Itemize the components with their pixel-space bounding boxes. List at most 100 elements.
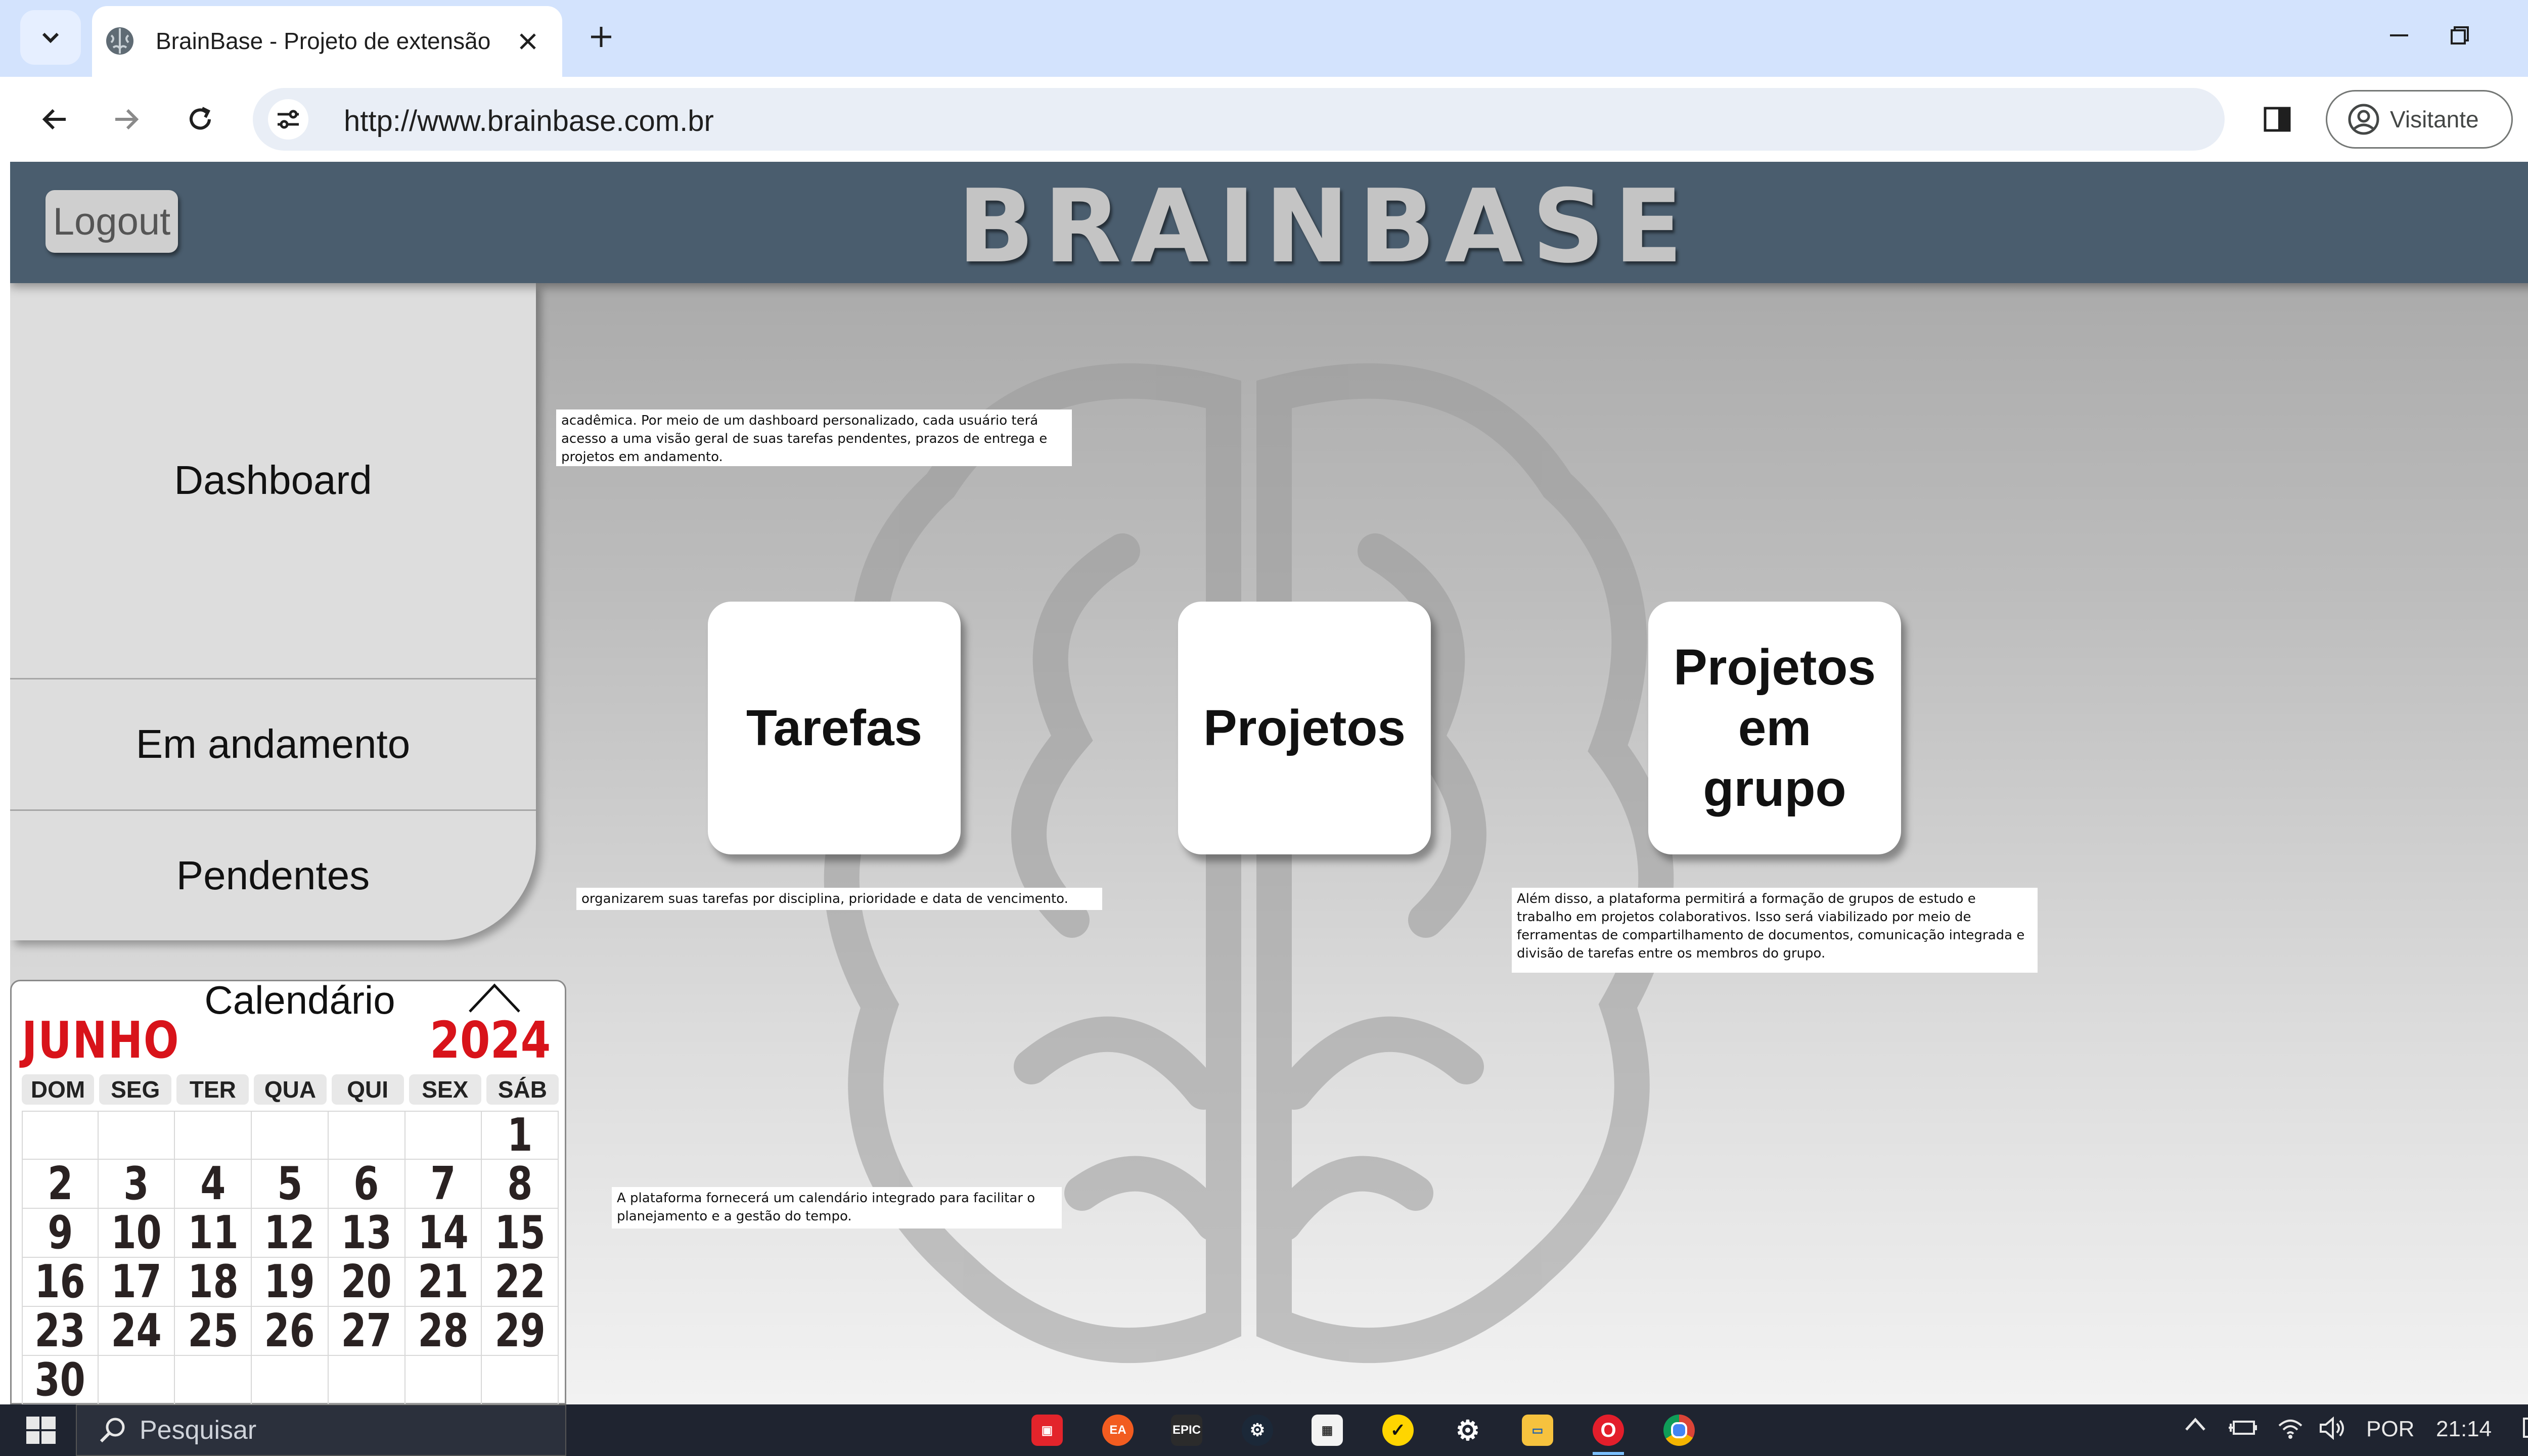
tune-icon xyxy=(278,110,299,129)
calendar-day-number: 17 xyxy=(111,1255,162,1308)
calendar-day[interactable]: 25 xyxy=(175,1304,252,1357)
wifi-icon[interactable] xyxy=(2276,1417,2305,1440)
brain-watermark-icon xyxy=(824,363,1674,1363)
calendar-day[interactable]: 11 xyxy=(175,1206,252,1259)
calendar-day[interactable]: 27 xyxy=(328,1304,405,1357)
address-bar[interactable]: http://www.brainbase.com.br xyxy=(253,88,2225,151)
norton-icon[interactable]: ✓ xyxy=(1382,1415,1414,1446)
ea-icon[interactable]: EA xyxy=(1102,1415,1134,1446)
calendar-day[interactable]: 10 xyxy=(98,1206,175,1259)
page-viewport: Logout BRAINBASE Dashboard Em andamento … xyxy=(10,162,2528,1404)
window-close-button[interactable] xyxy=(2526,10,2528,61)
sidebar-item-em-andamento[interactable]: Em andamento xyxy=(10,679,536,809)
calendar-empty-cell xyxy=(405,1356,482,1404)
calendar-day[interactable]: 28 xyxy=(405,1304,482,1357)
calendar-day-number: 8 xyxy=(507,1157,533,1210)
calendar-day[interactable]: 19 xyxy=(252,1255,329,1308)
back-button[interactable] xyxy=(30,95,79,144)
calendar-day[interactable]: 24 xyxy=(98,1304,175,1357)
plus-icon xyxy=(591,27,611,47)
chrome-icon[interactable] xyxy=(1663,1415,1695,1446)
calendar-day[interactable]: 30 xyxy=(22,1353,99,1404)
tray-clock[interactable]: 21:14 xyxy=(2436,1417,2492,1442)
browser-tab-active[interactable]: BrainBase - Projeto de extensão xyxy=(92,6,562,77)
url-text[interactable]: http://www.brainbase.com.br xyxy=(344,104,714,138)
calendar-title: Calendário xyxy=(204,978,395,1022)
opera-gx-icon[interactable]: O xyxy=(1593,1415,1624,1446)
calendar-day-number: 10 xyxy=(111,1206,162,1259)
calendar-day-number: 28 xyxy=(418,1304,469,1357)
calendar-day[interactable]: 15 xyxy=(482,1206,559,1259)
card-projetos-em-grupo[interactable]: Projetos em grupo xyxy=(1648,602,1901,854)
calendar-day-number: 30 xyxy=(34,1353,85,1404)
side-panel-button[interactable] xyxy=(2253,95,2301,144)
forward-button[interactable] xyxy=(102,95,151,144)
calendar-day[interactable]: 18 xyxy=(175,1255,252,1308)
tab-search-dropdown-button[interactable] xyxy=(20,10,81,65)
calendar-day-number: 24 xyxy=(111,1304,162,1357)
windows-taskbar: Pesquisar ▣ EA EPIC ⚙ ▦ ✓ ⚙ ▭ O POR 21:1… xyxy=(0,1404,2528,1456)
calendar-day[interactable]: 6 xyxy=(328,1157,405,1210)
tray-language[interactable]: POR xyxy=(2366,1417,2414,1442)
weekday-label: SEG xyxy=(99,1074,172,1105)
sidebar-item-pendentes[interactable]: Pendentes xyxy=(10,811,536,940)
calendar-weekday-header: DOM SEG TER QUA QUI SEX SÁB xyxy=(22,1074,559,1105)
calendar-day[interactable]: 21 xyxy=(405,1255,482,1308)
calendar-day[interactable]: 3 xyxy=(98,1157,175,1210)
browser-toolbar: http://www.brainbase.com.br Visitante xyxy=(0,77,2528,162)
taskbar-search-box[interactable]: Pesquisar xyxy=(76,1404,566,1456)
calendar-day[interactable]: 23 xyxy=(22,1304,99,1357)
card-tarefas[interactable]: Tarefas xyxy=(708,602,961,854)
calendar-day-number: 21 xyxy=(418,1255,469,1308)
settings-gear-icon[interactable]: ⚙ xyxy=(1452,1415,1483,1446)
speaker-icon[interactable] xyxy=(2318,1417,2348,1440)
profile-button[interactable]: Visitante xyxy=(2326,90,2513,149)
calendar-day[interactable]: 1 xyxy=(482,1109,559,1162)
calendar-day[interactable]: 7 xyxy=(405,1157,482,1210)
calendar-day-number: 4 xyxy=(200,1157,226,1210)
calendar-day[interactable]: 17 xyxy=(98,1255,175,1308)
restore-icon xyxy=(2451,26,2469,44)
chevron-down-icon xyxy=(42,32,59,43)
roblox-icon[interactable]: ▣ xyxy=(1031,1415,1063,1446)
tab-close-button[interactable] xyxy=(508,21,548,62)
calendar-day[interactable]: 5 xyxy=(252,1157,329,1210)
sidebar-item-dashboard[interactable]: Dashboard xyxy=(10,283,536,677)
calendar-day-number: 18 xyxy=(188,1255,239,1308)
calendar-day[interactable]: 14 xyxy=(405,1206,482,1259)
new-tab-button[interactable] xyxy=(578,14,624,60)
chevron-up-icon[interactable] xyxy=(467,981,522,1015)
info-note-calendario: A plataforma fornecerá um calendário int… xyxy=(612,1187,1062,1228)
calendar-day[interactable]: 12 xyxy=(252,1206,329,1259)
windows-start-icon[interactable] xyxy=(20,1415,62,1446)
window-minimize-button[interactable] xyxy=(2371,10,2427,61)
calendar-day[interactable]: 22 xyxy=(482,1255,559,1308)
file-explorer-icon[interactable]: ▭ xyxy=(1522,1415,1553,1446)
calendar-day[interactable]: 8 xyxy=(482,1157,559,1210)
calendar-day[interactable]: 13 xyxy=(328,1206,405,1259)
calendar-month: JUNHO xyxy=(22,1011,180,1070)
chevron-up-icon[interactable] xyxy=(2184,1417,2206,1432)
calendar-day[interactable]: 16 xyxy=(22,1255,99,1308)
calendar-day[interactable]: 20 xyxy=(328,1255,405,1308)
calendar-empty-cell xyxy=(98,1111,175,1160)
calendar-day[interactable]: 9 xyxy=(22,1206,99,1259)
weekday-label: SEX xyxy=(409,1074,481,1105)
notification-icon[interactable] xyxy=(2522,1417,2528,1444)
calendar-day[interactable]: 29 xyxy=(482,1304,559,1357)
card-projetos[interactable]: Projetos xyxy=(1178,602,1431,854)
battery-icon[interactable] xyxy=(2227,1417,2259,1439)
reload-button[interactable] xyxy=(176,95,224,144)
profile-label: Visitante xyxy=(2390,106,2479,132)
logout-button[interactable]: Logout xyxy=(46,190,178,253)
weekday-label: QUA xyxy=(254,1074,327,1105)
calendar-day[interactable]: 2 xyxy=(22,1157,99,1210)
close-icon xyxy=(520,33,536,50)
calendar-day[interactable]: 4 xyxy=(175,1157,252,1210)
window-restore-button[interactable] xyxy=(2432,10,2488,61)
steam-icon[interactable]: ⚙ xyxy=(1242,1415,1273,1446)
epic-games-icon[interactable]: EPIC xyxy=(1171,1415,1202,1446)
calendar-day[interactable]: 26 xyxy=(252,1304,329,1357)
microsoft-store-icon[interactable]: ▦ xyxy=(1312,1415,1343,1446)
site-settings-button[interactable] xyxy=(268,99,308,140)
